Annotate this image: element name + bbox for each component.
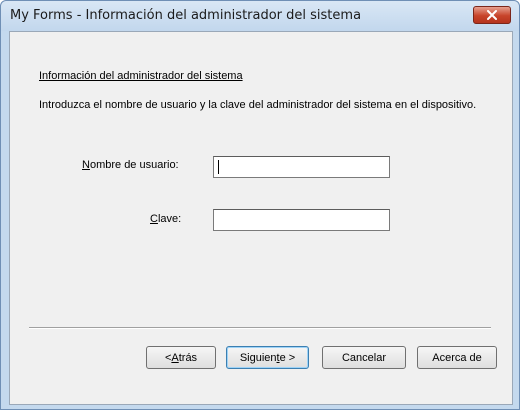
- dialog-window: My Forms - Información del administrador…: [0, 0, 520, 410]
- section-heading: Información del administrador del sistem…: [39, 70, 243, 82]
- close-icon: [487, 10, 497, 20]
- password-label-text: lave:: [157, 213, 182, 225]
- password-label-hotkey: C: [150, 213, 158, 225]
- back-button[interactable]: < Atrás: [146, 346, 216, 369]
- cancel-button[interactable]: Cancelar: [322, 346, 406, 369]
- title-bar[interactable]: My Forms - Información del administrador…: [1, 1, 519, 31]
- close-button[interactable]: [473, 6, 511, 24]
- username-label: Nombre de usuario:: [82, 159, 179, 171]
- password-input[interactable]: [213, 209, 390, 231]
- next-button-prefix: Siguien: [239, 351, 277, 364]
- username-input[interactable]: [213, 156, 390, 178]
- username-label-text: ombre de usuario:: [89, 159, 179, 171]
- back-button-hotkey: A: [171, 351, 179, 364]
- button-separator: [29, 327, 491, 329]
- instructions-text: Introduzca el nombre de usuario y la cla…: [39, 99, 477, 111]
- text-caret: [218, 160, 219, 174]
- about-button[interactable]: Acerca de: [417, 346, 497, 369]
- password-label: Clave:: [150, 213, 181, 225]
- next-button[interactable]: Siguien t e >: [226, 346, 309, 369]
- back-button-text: trás: [178, 351, 198, 364]
- username-label-hotkey: N: [82, 159, 90, 171]
- window-title: My Forms - Información del administrador…: [10, 8, 362, 23]
- next-button-text: e >: [279, 351, 296, 364]
